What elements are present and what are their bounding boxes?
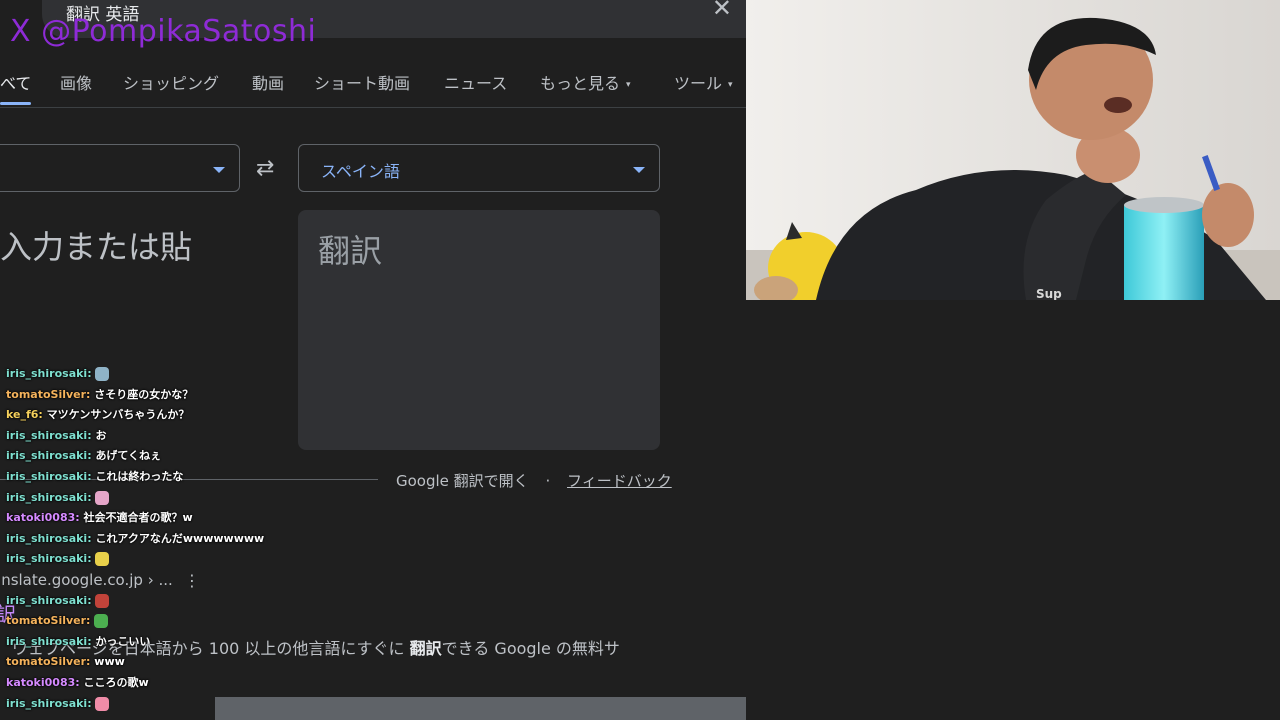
separator: · <box>545 472 551 490</box>
open-in-translate-link[interactable]: Google 翻訳で開く <box>396 472 529 490</box>
chevron-down-icon: ▾ <box>626 79 631 90</box>
dropdown-arrow-icon <box>633 167 645 173</box>
tab-images[interactable]: 画像 <box>60 70 92 94</box>
chat-message: katoki0083: 社会不適合者の歌？w <box>6 511 193 525</box>
target-language-label: スペイン語 <box>321 162 400 181</box>
translator-footer: Google 翻訳で開く · フィードバック <box>396 470 672 491</box>
tab-short-videos[interactable]: ショート動画 <box>314 70 410 94</box>
svg-text:Sup: Sup <box>1036 287 1062 300</box>
chat-username[interactable]: iris_shirosaki <box>6 697 87 710</box>
chat-message: iris_shirosaki: <box>0 549 300 570</box>
chat-message: iris_shirosaki: お <box>6 428 107 442</box>
chat-username[interactable]: tomatoSilver <box>6 388 86 401</box>
chat-emote-icon <box>95 490 110 505</box>
tab-videos[interactable]: 動画 <box>252 70 284 94</box>
chat-text: さそり座の女かな？ <box>94 387 194 401</box>
chat-username[interactable]: iris_shirosaki <box>6 635 87 648</box>
tab-more[interactable]: もっと見る ▾ <box>540 70 631 94</box>
chat-text: あげてくねぇ <box>95 449 162 463</box>
chat-message: iris_shirosaki: これアクアなんだwwwwwwww <box>6 531 265 545</box>
chat-text: これは終わったな <box>95 469 184 483</box>
chat-emote-icon <box>95 552 110 567</box>
chat-text: こころの歌w <box>83 675 149 689</box>
chat-message: iris_shirosaki: これは終わったな <box>6 469 184 483</box>
stream-chat: iris_shirosaki: tomatoSilver: さそり座の女かな？ k… <box>0 364 300 714</box>
active-tab-indicator <box>0 102 31 105</box>
chat-message: iris_shirosaki: <box>0 694 300 715</box>
chat-username[interactable]: katoki0083 <box>6 511 75 524</box>
search-tabs: べて 画像 ショッピング 動画 ショート動画 ニュース もっと見る ▾ ツール ▾ <box>0 66 746 106</box>
chat-message: iris_shirosaki: <box>0 488 300 509</box>
chat-username[interactable]: iris_shirosaki <box>6 367 87 380</box>
chat-emote-icon <box>95 593 110 608</box>
translation-output: 翻訳 <box>298 210 660 450</box>
tab-news[interactable]: ニュース <box>444 70 507 94</box>
dropdown-arrow-icon <box>213 167 225 173</box>
chat-message: tomatoSilver: さそり座の女かな？ <box>6 387 194 401</box>
chat-username[interactable]: ke_f6 <box>6 408 38 421</box>
chat-username[interactable]: iris_shirosaki <box>6 594 87 607</box>
chat-message: iris_shirosaki: あげてくねぇ <box>6 449 162 463</box>
tab-all[interactable]: べて <box>0 70 31 94</box>
source-text-input[interactable]: 入力または貼 <box>0 222 192 268</box>
chat-message: iris_shirosaki: かっこいい <box>6 634 151 648</box>
source-language-select[interactable] <box>0 144 240 192</box>
chat-text: www <box>94 655 125 669</box>
chat-username[interactable]: iris_shirosaki <box>6 532 87 545</box>
chat-message: iris_shirosaki: <box>0 591 300 612</box>
chat-message: tomatoSilver: www <box>6 655 125 669</box>
chat-emote-icon <box>94 614 109 629</box>
chat-text: マツケンサンバちゃうんか？ <box>46 408 190 422</box>
chat-message: katoki0083: こころの歌w <box>6 675 149 689</box>
tab-shopping[interactable]: ショッピング <box>123 70 219 94</box>
chat-text: 社会不適合者の歌？w <box>83 511 193 525</box>
chat-username[interactable]: katoki0083 <box>6 676 75 689</box>
chat-username[interactable]: iris_shirosaki <box>6 491 87 504</box>
feedback-link[interactable]: フィードバック <box>567 472 672 490</box>
chevron-down-icon: ▾ <box>728 79 733 90</box>
webcam-feed: Sup <box>746 0 1280 300</box>
chat-username[interactable]: iris_shirosaki <box>6 552 87 565</box>
chat-message: iris_shirosaki: <box>0 364 300 385</box>
chat-emote-icon <box>95 367 110 381</box>
chat-text: かっこいい <box>95 634 151 648</box>
webcam-image: Sup <box>746 0 1280 300</box>
close-icon[interactable]: ✕ <box>712 0 732 22</box>
divider <box>0 107 746 108</box>
translation-placeholder: 翻訳 <box>318 232 383 270</box>
chat-username[interactable]: iris_shirosaki <box>6 429 87 442</box>
chat-text: これアクアなんだwwwwwwww <box>95 531 265 545</box>
watermark: X @PompikaSatoshi <box>10 14 317 49</box>
chat-message <box>0 570 300 591</box>
chat-username[interactable]: tomatoSilver <box>6 655 86 668</box>
chat-message: ke_f6: マツケンサンバちゃうんか？ <box>6 408 190 422</box>
chat-emote-icon <box>95 696 110 711</box>
chat-text: お <box>95 428 107 442</box>
chat-username[interactable]: tomatoSilver <box>6 614 86 627</box>
chat-username[interactable]: iris_shirosaki <box>6 449 87 462</box>
tab-tools[interactable]: ツール ▾ <box>674 70 733 94</box>
chat-message: tomatoSilver: <box>0 611 300 632</box>
target-language-select[interactable]: スペイン語 <box>298 144 660 192</box>
chat-username[interactable]: iris_shirosaki <box>6 470 87 483</box>
swap-languages-icon[interactable]: ⇄ <box>256 156 274 181</box>
